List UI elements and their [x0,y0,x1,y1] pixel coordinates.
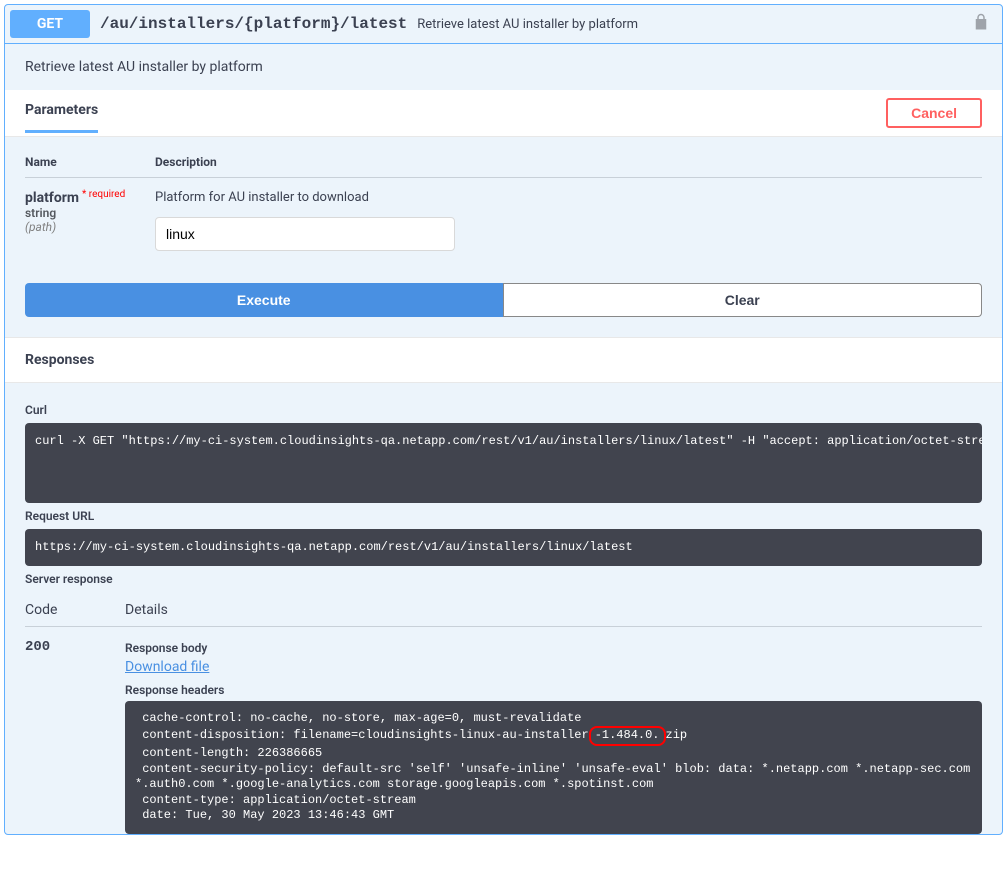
curl-label: Curl [25,403,982,417]
clear-button[interactable]: Clear [503,283,983,317]
response-details: Response body Download file Response hea… [125,639,982,834]
request-url-value[interactable]: https://my-ci-system.cloudinsights-qa.ne… [25,529,982,566]
parameter-name-column: platform* required string (path) [25,190,145,251]
parameters-title: Parameters [25,102,98,133]
required-badge: * required [79,189,125,200]
api-operation-block: GET /au/installers/{platform}/latest Ret… [4,4,1003,835]
response-headers-content[interactable]: cache-control: no-cache, no-store, max-a… [125,701,982,834]
response-code: 200 [25,639,95,834]
response-headers-label: Response headers [125,683,982,697]
response-body-label: Response body [125,641,982,655]
param-in: (path) [25,220,145,234]
action-button-row: Execute Clear [5,283,1002,337]
parameter-row: platform* required string (path) Platfor… [25,178,982,263]
parameter-description-column: Platform for AU installer to download [155,190,982,251]
operation-description: Retrieve latest AU installer by platform [5,44,1002,90]
version-highlight: -1.484.0. [589,726,666,746]
parameters-header-row: Name Description [25,147,982,178]
parameters-table: Name Description platform* required stri… [5,137,1002,283]
summary-text: Retrieve latest AU installer by platform [417,17,638,32]
param-type: string [25,206,145,220]
endpoint-path: /au/installers/{platform}/latest [100,15,407,33]
method-badge: GET [10,10,90,38]
column-header-description: Description [155,155,982,169]
param-description: Platform for AU installer to download [155,190,982,205]
responses-block: Curl curl -X GET "https://my-ci-system.c… [5,383,1002,834]
response-row: 200 Response body Download file Response… [25,626,982,834]
column-header-name: Name [25,155,145,169]
operation-summary-bar[interactable]: GET /au/installers/{platform}/latest Ret… [5,5,1002,44]
details-column-header: Details [125,602,168,618]
cancel-button[interactable]: Cancel [886,98,982,128]
operation-body: Retrieve latest AU installer by platform… [5,44,1002,834]
code-column-header: Code [25,602,95,618]
request-url-label: Request URL [25,509,982,523]
server-response-label: Server response [25,572,982,586]
responses-title: Responses [5,337,1002,383]
param-name: platform [25,190,79,206]
download-file-link[interactable]: Download file [125,659,982,675]
curl-command[interactable]: curl -X GET "https://my-ci-system.cloudi… [25,423,982,503]
parameters-section-header: Parameters Cancel [5,90,1002,137]
platform-input[interactable] [155,217,455,251]
response-table-header: Code Details [25,592,982,626]
lock-icon[interactable] [973,13,989,35]
execute-button[interactable]: Execute [25,283,503,317]
